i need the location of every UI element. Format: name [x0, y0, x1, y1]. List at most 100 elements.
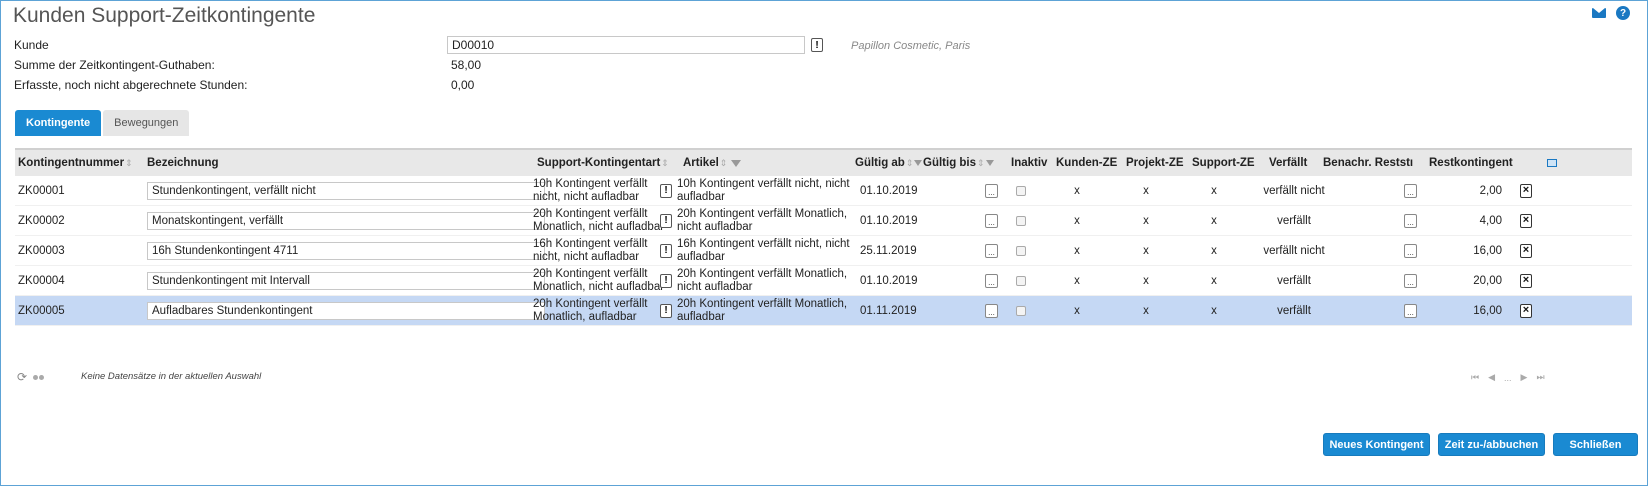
- table-row[interactable]: ZK00003 16h Kontingent verfälltnicht, nic…: [15, 236, 1632, 266]
- next-page-icon[interactable]: ▶: [1521, 372, 1528, 383]
- col-header-art[interactable]: Support-Kontingentart ⇕: [537, 150, 669, 176]
- col-header-artikel[interactable]: Artikel ⇕: [683, 150, 742, 176]
- schliessen-button[interactable]: Schließen: [1553, 433, 1638, 456]
- cell-inaktiv: [1016, 236, 1026, 265]
- cell-inaktiv: [1016, 296, 1026, 325]
- col-header-benachr[interactable]: Benachr. Reststı: [1323, 150, 1413, 176]
- kunde-lookup-button[interactable]: !: [811, 38, 823, 52]
- col-header-verfaellt[interactable]: Verfällt: [1269, 150, 1307, 176]
- art-lookup-button[interactable]: !: [660, 243, 672, 258]
- cell-verfaellt: verfällt nicht: [1263, 244, 1325, 257]
- status-text: Keine Datensätze in der aktuellen Auswah…: [81, 371, 262, 382]
- art-lookup-button[interactable]: !: [660, 183, 672, 198]
- delete-row-icon[interactable]: ×: [1520, 183, 1532, 198]
- benachr-picker-button[interactable]: ...: [1404, 243, 1417, 258]
- neues-kontingent-button[interactable]: Neues Kontingent: [1323, 433, 1430, 456]
- art-lookup-button[interactable]: !: [660, 303, 672, 318]
- col-header-nummer[interactable]: Kontingentnummer ⇕: [18, 150, 133, 176]
- cell-kunden-ze: x: [1074, 184, 1080, 197]
- zeit-buchen-button[interactable]: Zeit zu-/abbuchen: [1438, 433, 1545, 456]
- erfasst-value: 0,00: [451, 78, 475, 92]
- inaktiv-checkbox[interactable]: [1016, 275, 1026, 286]
- col-header-bezeichnung[interactable]: Bezeichnung: [147, 150, 219, 176]
- table-row[interactable]: ZK00001 10h Kontingent verfälltnicht, nic…: [15, 176, 1632, 206]
- tab-kontingente[interactable]: Kontingente: [15, 110, 102, 136]
- bezeichnung-input[interactable]: [147, 241, 545, 260]
- art-line-1: 16h Kontingent verfällt: [533, 237, 648, 250]
- benachr-picker-button[interactable]: ...: [1404, 303, 1417, 318]
- gueltig-bis-picker-button[interactable]: ...: [985, 183, 998, 198]
- gueltig-bis-picker-button[interactable]: ...: [985, 213, 998, 228]
- tab-bewegungen[interactable]: Bewegungen: [103, 110, 190, 136]
- cell-gueltig-bis: ...: [985, 176, 998, 205]
- last-page-icon[interactable]: ⏭: [1536, 372, 1544, 383]
- col-header-rest[interactable]: Restkontingent: [1429, 150, 1513, 176]
- cell-projekt-ze: x: [1143, 244, 1149, 257]
- cell-artikel: 16h Kontingent verfällt nicht, nicht aufl…: [677, 236, 850, 265]
- filter-icon[interactable]: [914, 160, 923, 166]
- mail-icon[interactable]: [1592, 8, 1606, 18]
- col-header-gueltig-bis[interactable]: Gültig bis ⇕: [923, 150, 994, 176]
- kunde-label: Kunde: [14, 38, 49, 52]
- prev-page-icon[interactable]: ◀: [1488, 372, 1495, 383]
- artikel-line-1: 10h Kontingent verfällt nicht, nicht: [677, 177, 850, 190]
- help-icon[interactable]: ?: [1616, 6, 1630, 20]
- inaktiv-checkbox[interactable]: [1016, 305, 1026, 316]
- top-icons: ?: [1592, 6, 1630, 20]
- delete-row-icon[interactable]: ×: [1520, 213, 1532, 228]
- cell-art: 16h Kontingent verfällt nicht, nicht aufl…: [533, 236, 647, 265]
- refresh-icon[interactable]: ⟳: [17, 370, 27, 384]
- cell-art: 20h Kontingent verfällt Monatlich, auflad…: [533, 296, 647, 325]
- cell-bezeichnung: [147, 206, 545, 235]
- delete-row-icon[interactable]: ×: [1520, 243, 1532, 258]
- inaktiv-checkbox[interactable]: [1016, 245, 1026, 256]
- col-header-projekt-ze[interactable]: Projekt-ZE: [1126, 150, 1184, 176]
- gueltig-bis-picker-button[interactable]: ...: [985, 243, 998, 258]
- filter-icon[interactable]: [731, 159, 742, 167]
- table-row[interactable]: ZK00004 20h Kontingent verfälltMonatlich,…: [15, 266, 1632, 296]
- col-header-gueltig-ab[interactable]: Gültig ab ⇕: [855, 150, 923, 176]
- gueltig-bis-picker-button[interactable]: ...: [985, 273, 998, 288]
- kunde-input[interactable]: [447, 36, 805, 54]
- art-lookup-button[interactable]: !: [660, 213, 672, 228]
- art-line-1: 20h Kontingent verfällt: [533, 297, 648, 310]
- bezeichnung-input[interactable]: [147, 271, 545, 290]
- inaktiv-checkbox[interactable]: [1016, 185, 1026, 196]
- column-chooser-icon[interactable]: [1547, 159, 1557, 167]
- cell-projekt-ze: x: [1143, 214, 1149, 227]
- first-page-icon[interactable]: ⏮: [1471, 372, 1479, 383]
- cell-artikel: 10h Kontingent verfällt nicht, nicht aufl…: [677, 176, 850, 205]
- column-chooser[interactable]: [1547, 150, 1557, 176]
- bezeichnung-input[interactable]: [147, 301, 545, 320]
- group-icon[interactable]: [33, 374, 45, 380]
- cell-rest: 20,00: [1473, 274, 1502, 287]
- col-header-kunden-ze[interactable]: Kunden-ZE: [1056, 150, 1117, 176]
- cell-gueltig-ab: 01.11.2019: [860, 304, 917, 317]
- artikel-line-1: 20h Kontingent verfällt Monatlich,: [677, 297, 848, 310]
- delete-row-icon[interactable]: ×: [1520, 273, 1532, 288]
- cell-art-lookup: !: [660, 236, 672, 265]
- page-ellipsis: ...: [1504, 372, 1512, 383]
- cell-inaktiv: [1016, 206, 1026, 235]
- bezeichnung-input[interactable]: [147, 181, 545, 200]
- col-header-inaktiv[interactable]: Inaktiv: [1011, 150, 1047, 176]
- inaktiv-checkbox[interactable]: [1016, 215, 1026, 226]
- cell-gueltig-ab: 25.11.2019: [860, 244, 917, 257]
- sort-icon: ⇕: [125, 157, 133, 168]
- delete-row-icon[interactable]: ×: [1520, 303, 1532, 318]
- bezeichnung-input[interactable]: [147, 211, 545, 230]
- benachr-picker-button[interactable]: ...: [1404, 183, 1417, 198]
- cell-rest: 16,00: [1473, 304, 1502, 317]
- erfasst-label: Erfasste, noch nicht abgerechnete Stunde…: [14, 78, 248, 92]
- table-row[interactable]: ZK00002 20h Kontingent verfälltMonatlich,…: [15, 206, 1632, 236]
- gueltig-bis-picker-button[interactable]: ...: [985, 303, 998, 318]
- benachr-picker-button[interactable]: ...: [1404, 273, 1417, 288]
- art-lookup-button[interactable]: !: [660, 273, 672, 288]
- cell-delete: ×: [1520, 296, 1532, 325]
- filter-icon[interactable]: [985, 160, 994, 166]
- art-line-1: 20h Kontingent verfällt: [533, 207, 648, 220]
- benachr-picker-button[interactable]: ...: [1404, 213, 1417, 228]
- col-header-support-ze[interactable]: Support-ZE: [1192, 150, 1255, 176]
- table-row[interactable]: ZK00005 20h Kontingent verfälltMonatlich,…: [15, 296, 1632, 326]
- art-line-2: Monatlich, aufladbar: [533, 310, 637, 323]
